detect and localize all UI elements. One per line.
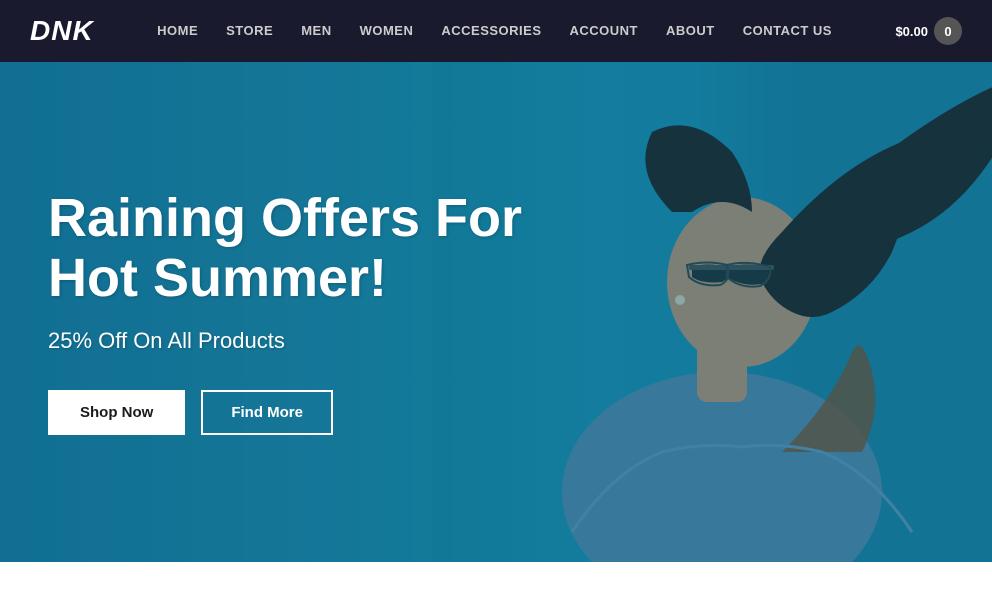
nav-item-store[interactable]: STORE xyxy=(226,22,273,40)
hero-content: Raining Offers For Hot Summer! 25% Off O… xyxy=(0,62,540,562)
hero-subtitle: 25% Off On All Products xyxy=(48,328,540,354)
nav-item-account[interactable]: ACCOUNT xyxy=(570,22,639,40)
nav-item-home[interactable]: HOME xyxy=(157,22,198,40)
logo[interactable]: DNK xyxy=(30,15,94,47)
nav-item-contact[interactable]: CONTACT US xyxy=(743,22,832,40)
shop-now-button[interactable]: Shop Now xyxy=(48,390,185,435)
bottom-section xyxy=(0,562,992,612)
nav-item-accessories[interactable]: ACCESSORIES xyxy=(441,22,541,40)
find-more-button[interactable]: Find More xyxy=(201,390,333,435)
nav-links: HOME STORE MEN WOMEN ACCESSORIES ACCOUNT… xyxy=(157,22,832,40)
navbar: DNK HOME STORE MEN WOMEN ACCESSORIES ACC… xyxy=(0,0,992,62)
hero-section: Raining Offers For Hot Summer! 25% Off O… xyxy=(0,62,992,562)
hero-buttons: Shop Now Find More xyxy=(48,390,540,435)
nav-item-men[interactable]: MEN xyxy=(301,22,331,40)
cart-button[interactable]: $0.00 0 xyxy=(895,17,962,45)
hero-title: Raining Offers For Hot Summer! xyxy=(48,189,540,308)
cart-price: $0.00 xyxy=(895,24,928,39)
nav-item-women[interactable]: WOMEN xyxy=(360,22,414,40)
nav-item-about[interactable]: ABOUT xyxy=(666,22,715,40)
cart-count: 0 xyxy=(934,17,962,45)
